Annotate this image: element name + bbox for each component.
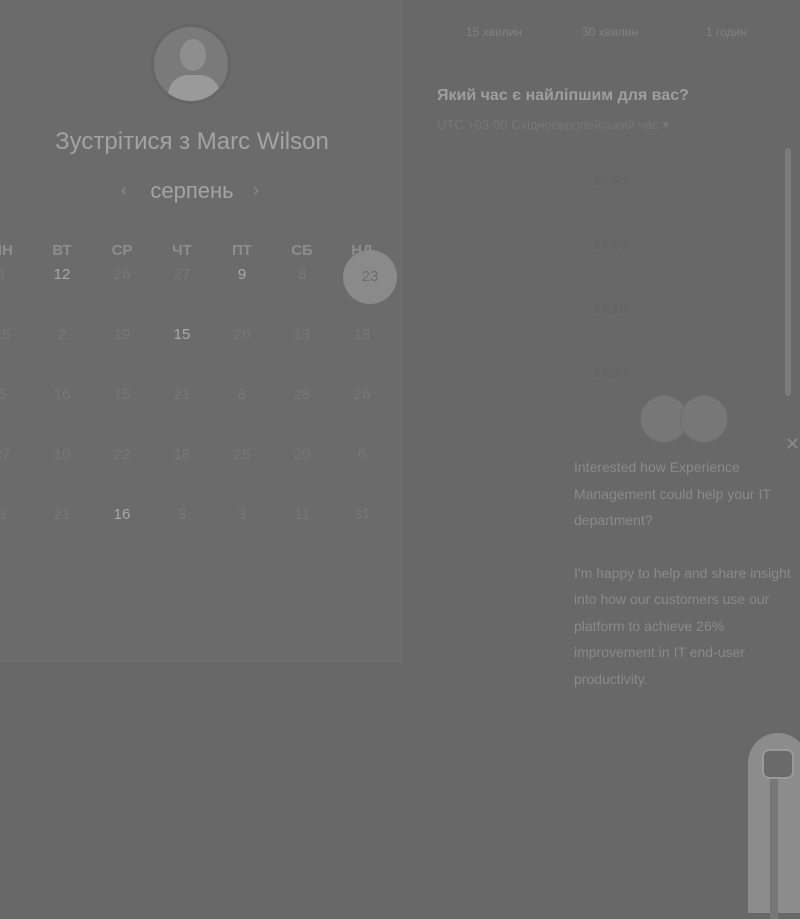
weekday-header: ПТ [232,242,252,259]
slots-scrollbar[interactable] [785,148,791,396]
calendar-day[interactable]: 1 [0,264,32,324]
calendar-day[interactable]: 15 [152,324,212,384]
calendar-day[interactable]: 12 [32,264,92,324]
chat-message-text: I'm happy to help and share insight into… [574,564,791,687]
scheduler-panel: Зустрітися з Marc Wilson ‹ серпень › ПН … [0,0,402,662]
calendar-day[interactable]: 27 [152,264,212,324]
duration-60[interactable]: 1 годин [706,25,747,39]
calendar-day[interactable]: 8 [212,384,272,444]
calendar-day[interactable]: 10 [32,444,92,504]
chat-launcher-button[interactable] [748,733,800,919]
calendar-day[interactable]: 16 [92,504,152,564]
calendar-day[interactable]: 31 [332,504,392,564]
time-slot[interactable]: 17:30 [560,364,660,380]
chat-message-text: Interested how Experience Management cou… [574,459,771,528]
timezone-label: UTC +03:00 Східноєвропейський час [437,117,659,132]
calendar-day[interactable]: 11 [272,504,332,564]
calendar-day[interactable]: 21 [32,504,92,564]
calendar-day[interactable]: 27 [0,444,32,504]
next-month-chevron-icon[interactable]: › [253,180,259,201]
calendar-grid: ПН ВТ СР ЧТ ПТ СБ НД 1122627982325219152… [0,242,392,564]
chat-icon [762,749,794,779]
calendar-day[interactable]: 19 [92,324,152,384]
weekday-header: ВТ [52,242,72,259]
weekday-header: СБ [291,242,313,259]
host-avatar [151,24,231,104]
weekday-header: ЧТ [172,242,192,259]
agent-avatar [680,395,728,443]
calendar-day[interactable]: 22 [92,444,152,504]
duration-15[interactable]: 15 хвилин [466,25,522,39]
calendar-day[interactable]: 28 [272,384,332,444]
weekday-header: СР [111,242,133,259]
calendar-day[interactable]: 25 [212,444,272,504]
calendar-day[interactable]: 13 [272,324,332,384]
time-question: Який час є найліпшим для вас? [437,87,689,104]
page-title: Зустрітися з Marc Wilson [55,128,329,155]
calendar-day[interactable]: 18 [152,444,212,504]
close-icon[interactable]: ✕ [785,434,800,455]
time-slot[interactable]: 17:00 [560,236,660,252]
calendar-day[interactable]: 9 [0,504,32,564]
calendar-day[interactable]: 26 [92,264,152,324]
calendar-day[interactable]: 21 [152,384,212,444]
dropdown-caret-icon: ▾ [662,117,670,132]
time-slot[interactable]: 17:15 [560,300,660,316]
weekday-header: ПН [0,242,13,259]
calendar-day[interactable]: 3 [152,504,212,564]
calendar-day[interactable]: 18 [332,324,392,384]
calendar-day[interactable]: 20 [272,444,332,504]
calendar-day[interactable]: 8 [272,264,332,324]
calendar-day[interactable]: 3 [212,504,272,564]
calendar-day[interactable]: 25 [0,324,32,384]
calendar-day[interactable]: 9 [212,264,272,324]
calendar-day[interactable]: 26 [332,384,392,444]
timezone-select[interactable]: UTC +03:00 Східноєвропейський час ▾ [437,117,669,133]
calendar-day[interactable]: 26 [212,324,272,384]
duration-30[interactable]: 30 хвилин [582,25,638,39]
calendar-day[interactable]: 16 [32,384,92,444]
calendar-day[interactable]: 15 [92,384,152,444]
time-slot[interactable]: 16:45 [560,172,660,188]
calendar-day[interactable]: 5 [0,384,32,444]
calendar-day[interactable]: 2 [32,324,92,384]
chat-message: Interested how Experience Management cou… [574,454,799,692]
selected-day[interactable]: 23 [343,250,397,304]
calendar-day[interactable]: 6 [332,444,392,504]
month-label: серпень [150,178,234,203]
